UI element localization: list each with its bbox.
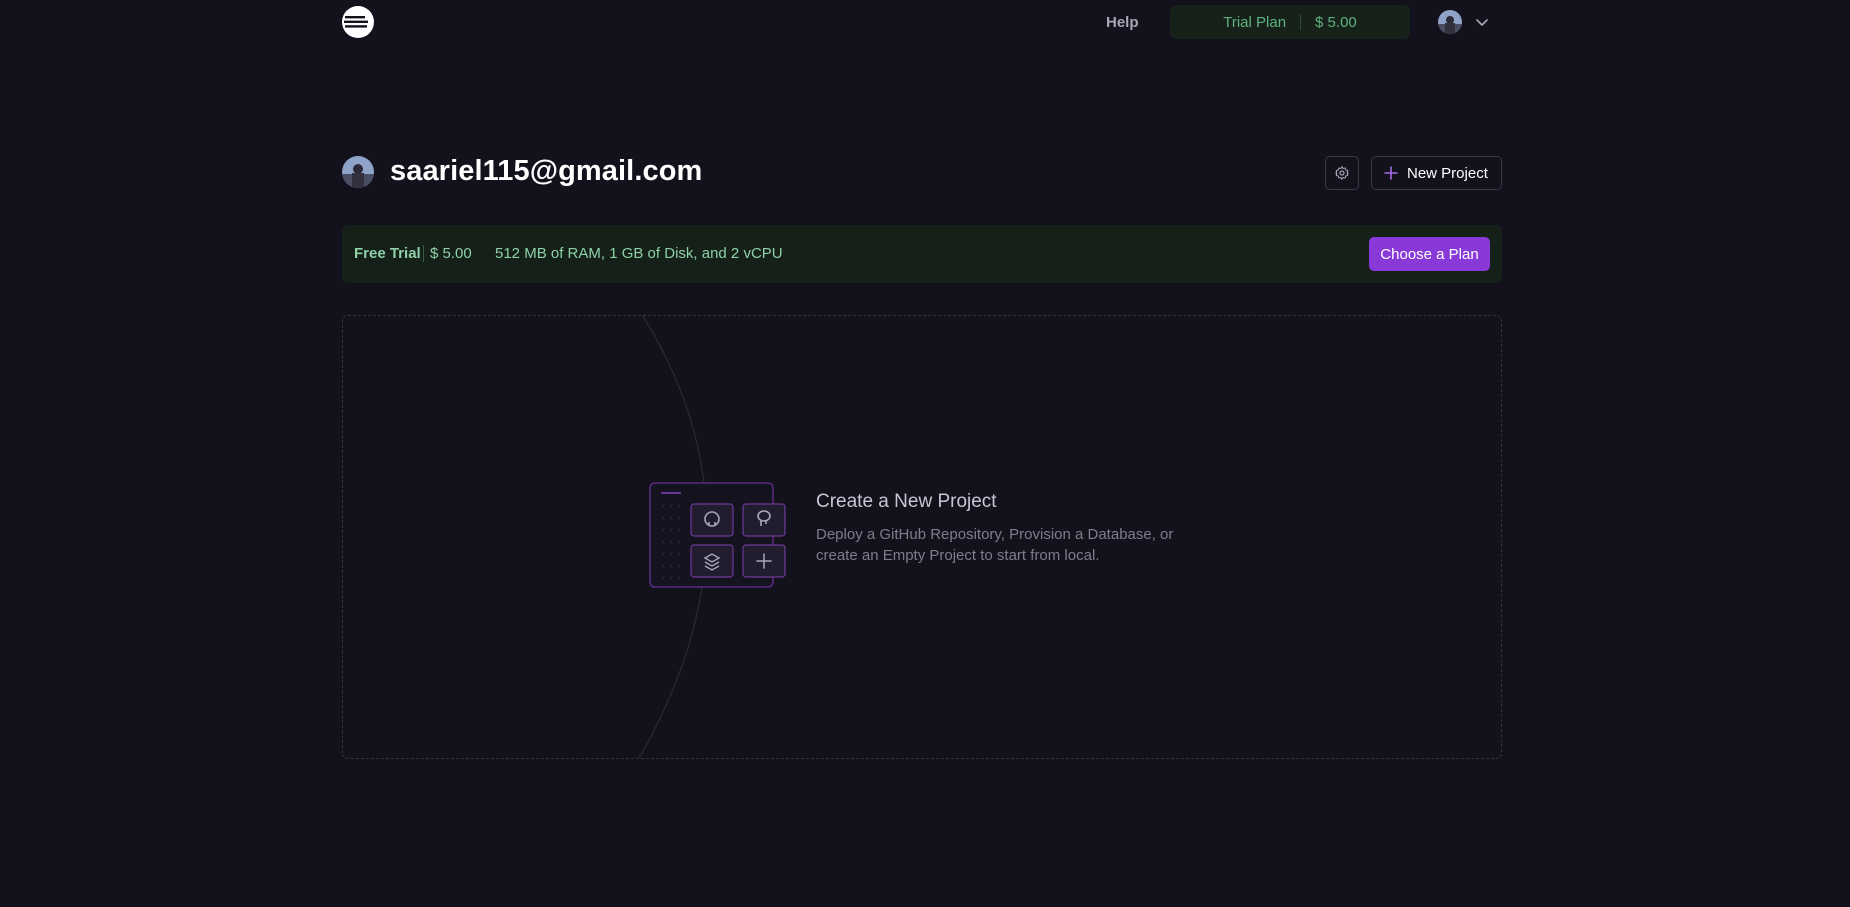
gear-icon [1335,166,1349,180]
user-avatar-icon [1438,10,1462,34]
github-tile [690,503,734,537]
add-tile [742,544,786,578]
new-project-label: New Project [1407,164,1488,182]
trial-specs: 512 MB of RAM, 1 GB of Disk, and 2 vCPU [495,245,783,262]
empty-project-panel[interactable]: Create a New Project Deploy a GitHub Rep… [342,315,1502,759]
trial-plan-amount: $ 5.00 [1315,13,1357,31]
create-project-description: Deploy a GitHub Repository, Provision a … [816,526,1174,564]
create-project-title[interactable]: Create a New Project [816,491,997,513]
user-avatar-icon [342,156,374,188]
new-project-button[interactable]: New Project [1371,156,1502,190]
page-title: saariel115@gmail.com [390,155,703,187]
settings-button[interactable] [1325,156,1359,190]
avatar [342,156,374,188]
database-tile [742,503,786,537]
project-illustration [649,482,786,588]
choose-plan-button[interactable]: Choose a Plan [1369,237,1490,271]
page-header: saariel115@gmail.com New Project [342,155,1502,190]
trial-plan-label: Trial Plan [1223,13,1287,31]
chevron-down-icon[interactable] [1474,14,1490,30]
empty-project-tile [690,544,734,578]
trial-banner: Free Trial $ 5.00 512 MB of RAM, 1 GB of… [342,225,1502,283]
divider [423,245,424,262]
top-nav: Help Trial Plan $ 5.00 [342,0,1502,44]
trial-label: Free Trial [354,245,421,262]
trial-amount: $ 5.00 [430,245,472,262]
railway-logo-icon[interactable] [342,6,374,38]
divider [1300,14,1302,30]
plus-icon [1384,166,1398,180]
help-link[interactable]: Help [1106,14,1139,31]
avatar[interactable] [1438,10,1462,34]
trial-plan-badge[interactable]: Trial Plan $ 5.00 [1170,5,1410,39]
